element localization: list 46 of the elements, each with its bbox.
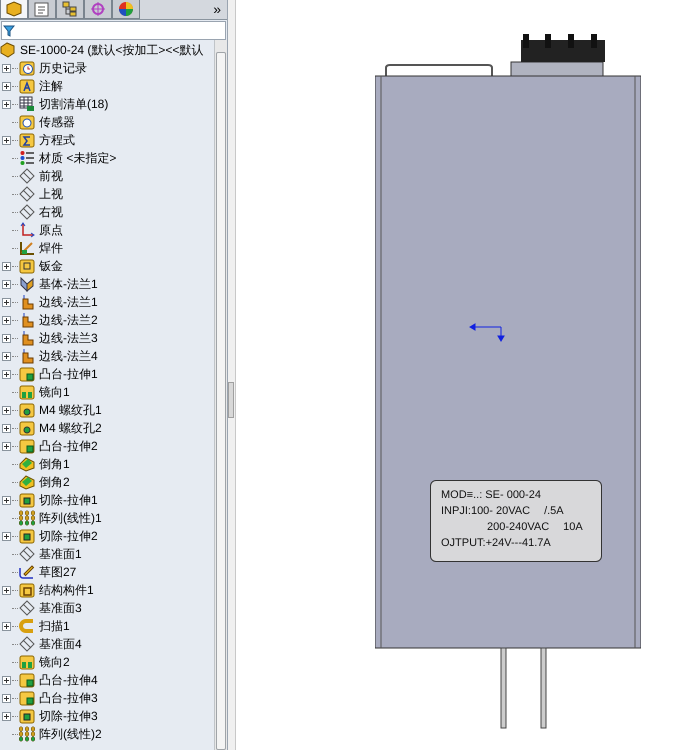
tree-item[interactable]: M4 螺纹孔1	[39, 401, 102, 419]
nameplate-text: MOD≡..: SE- 000-24	[441, 488, 541, 503]
tree-item[interactable]: 前视	[39, 167, 63, 185]
tree-item[interactable]: 原点	[39, 221, 63, 239]
tree-item[interactable]: 焊件	[39, 239, 63, 257]
nameplate-text: 200-240VAC	[487, 520, 550, 535]
tree-item[interactable]: 材质 <未指定>	[39, 149, 116, 167]
tree-item[interactable]: 倒角1	[39, 455, 70, 473]
tree-item[interactable]: 基准面4	[39, 635, 82, 653]
tree-item[interactable]: 凸台-拉伸4	[39, 671, 98, 689]
tree-item[interactable]: M4 螺纹孔2	[39, 419, 102, 437]
tree-item[interactable]: 钣金	[39, 257, 63, 275]
tree-item[interactable]: 凸台-拉伸1	[39, 365, 98, 383]
tree-item[interactable]: 切除-拉伸2	[39, 527, 98, 545]
tree-item[interactable]: 凸台-拉伸3	[39, 689, 98, 707]
nameplate-text: 10A	[563, 520, 583, 535]
tree-item[interactable]: 历史记录	[39, 59, 87, 77]
tree-item[interactable]: 边线-法兰1	[39, 293, 98, 311]
tree-item[interactable]: 基准面1	[39, 545, 82, 563]
tree-item[interactable]: 边线-法兰2	[39, 311, 98, 329]
tree-item[interactable]: 扫描1	[39, 617, 70, 635]
tree-item[interactable]: 镜向1	[39, 383, 70, 401]
tree-item[interactable]: 草图27	[39, 563, 76, 581]
tree-item[interactable]: 阵列(线性)1	[39, 509, 102, 527]
tree-item[interactable]: 右视	[39, 203, 63, 221]
tree-item[interactable]: 镜向2	[39, 653, 70, 671]
part-name[interactable]: SE-1000-24 (默认<按加工><<默认	[20, 41, 204, 59]
tree-item[interactable]: 上视	[39, 185, 63, 203]
tree-item[interactable]: 边线-法兰3	[39, 329, 98, 347]
more-tabs-button[interactable]: »	[207, 0, 227, 19]
tree-item[interactable]: 注解	[39, 77, 63, 95]
tree-item[interactable]: 方程式	[39, 131, 75, 149]
tree-item[interactable]: 基准面3	[39, 599, 82, 617]
tree-item[interactable]: 切割清单(18)	[39, 95, 108, 113]
nameplate-text: /.5A	[544, 504, 564, 519]
tree-item[interactable]: 基体-法兰1	[39, 275, 98, 293]
nameplate-text: INPJI:100- 20VAC	[441, 504, 530, 519]
tree-item[interactable]: 结构构件1	[39, 581, 94, 599]
nameplate-text: OJTPUT:+24V---41.7A	[441, 536, 551, 551]
tree-item[interactable]: 凸台-拉伸2	[39, 437, 98, 455]
tree-item[interactable]: 切除-拉伸3	[39, 707, 98, 725]
tree-item[interactable]: 切除-拉伸1	[39, 491, 98, 509]
tree-item[interactable]: 边线-法兰4	[39, 347, 98, 365]
tree-item[interactable]: 倒角2	[39, 473, 70, 491]
tree-item[interactable]: 传感器	[39, 113, 75, 131]
tree-item[interactable]: 阵列(线性)2	[39, 725, 102, 743]
